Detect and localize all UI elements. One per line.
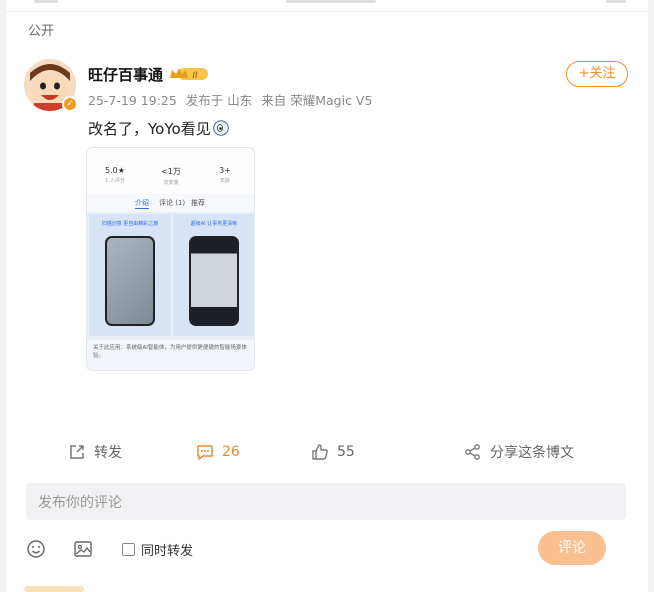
emoji-picker-icon[interactable] <box>26 539 46 559</box>
post-location: 发布于 山东 <box>185 93 253 108</box>
repost-label: 转发 <box>94 445 122 461</box>
share-icon <box>465 444 480 460</box>
image-panel-left: 扫描创意 更自由精彩之旅 <box>89 214 171 336</box>
comment-count: 26 <box>222 444 240 460</box>
comment-action[interactable]: 26 <box>196 440 240 464</box>
eye-emoji-icon <box>212 120 229 136</box>
image-upload-icon[interactable] <box>73 539 93 559</box>
image-footer-text: 关于此应用：系统级AI智能体，为用户提供更便捷的智能场景体验。 <box>87 340 254 370</box>
like-action[interactable]: 55 <box>311 440 355 464</box>
checkbox-box[interactable] <box>122 543 135 556</box>
image-app-header: 5.0★ 1 人评分 <1万 次安装 3+ 年龄 <box>87 148 254 194</box>
like-count: 55 <box>337 444 355 460</box>
vip-level-label: II <box>192 71 198 81</box>
repost-checkbox-label: 同时转发 <box>141 544 194 559</box>
post-source: 来自 荣耀Magic V5 <box>261 93 373 108</box>
post-timestamp[interactable]: 25-7-19 19:25 <box>88 93 177 108</box>
image-tabs: 介绍 评论 (1) 推荐 <box>87 194 254 212</box>
repost-icon <box>70 445 84 459</box>
post-text-content: 改名了，YoYo看见 <box>88 120 211 138</box>
post-meta: 25-7-19 19:25 发布于 山东 来自 荣耀Magic V5 <box>88 90 377 109</box>
share-label: 分享这条博文 <box>490 445 574 461</box>
comment-toolbar: 同时转发 <box>26 537 626 561</box>
repost-checkbox[interactable]: 同时转发 <box>122 540 193 559</box>
vip-crown-icon[interactable]: II <box>168 66 210 82</box>
share-action[interactable]: 分享这条博文 <box>464 440 574 464</box>
next-post-edge <box>24 586 84 592</box>
comment-input[interactable]: 发布你的评论 <box>26 483 626 520</box>
follow-button[interactable]: +关注 <box>566 61 628 87</box>
image-panel-right: 超级AI 让事务更清晰 <box>173 214 254 336</box>
thumbs-up-icon <box>312 444 328 460</box>
previous-post-edge <box>6 0 648 12</box>
post-actions: 转发 26 55 分享这条博文 <box>6 440 648 464</box>
verified-badge-icon: ✓ <box>62 96 78 112</box>
visibility-label: 公开 <box>28 24 55 39</box>
weibo-post-card: 公开 ✓ 旺仔百事通 II 25-7-19 19:25 发布于 山东 来自 荣耀… <box>6 0 648 592</box>
submit-comment-button[interactable]: 评论 <box>538 531 606 565</box>
post-text: 改名了，YoYo看见 <box>88 118 229 139</box>
repost-action[interactable]: 转发 <box>68 440 122 464</box>
author-name[interactable]: 旺仔百事通 <box>88 64 163 85</box>
post-image[interactable]: 5.0★ 1 人评分 <1万 次安装 3+ 年龄 介绍 评论 (1) 推荐 扫描创意 … <box>86 147 255 371</box>
comment-icon <box>197 445 213 460</box>
